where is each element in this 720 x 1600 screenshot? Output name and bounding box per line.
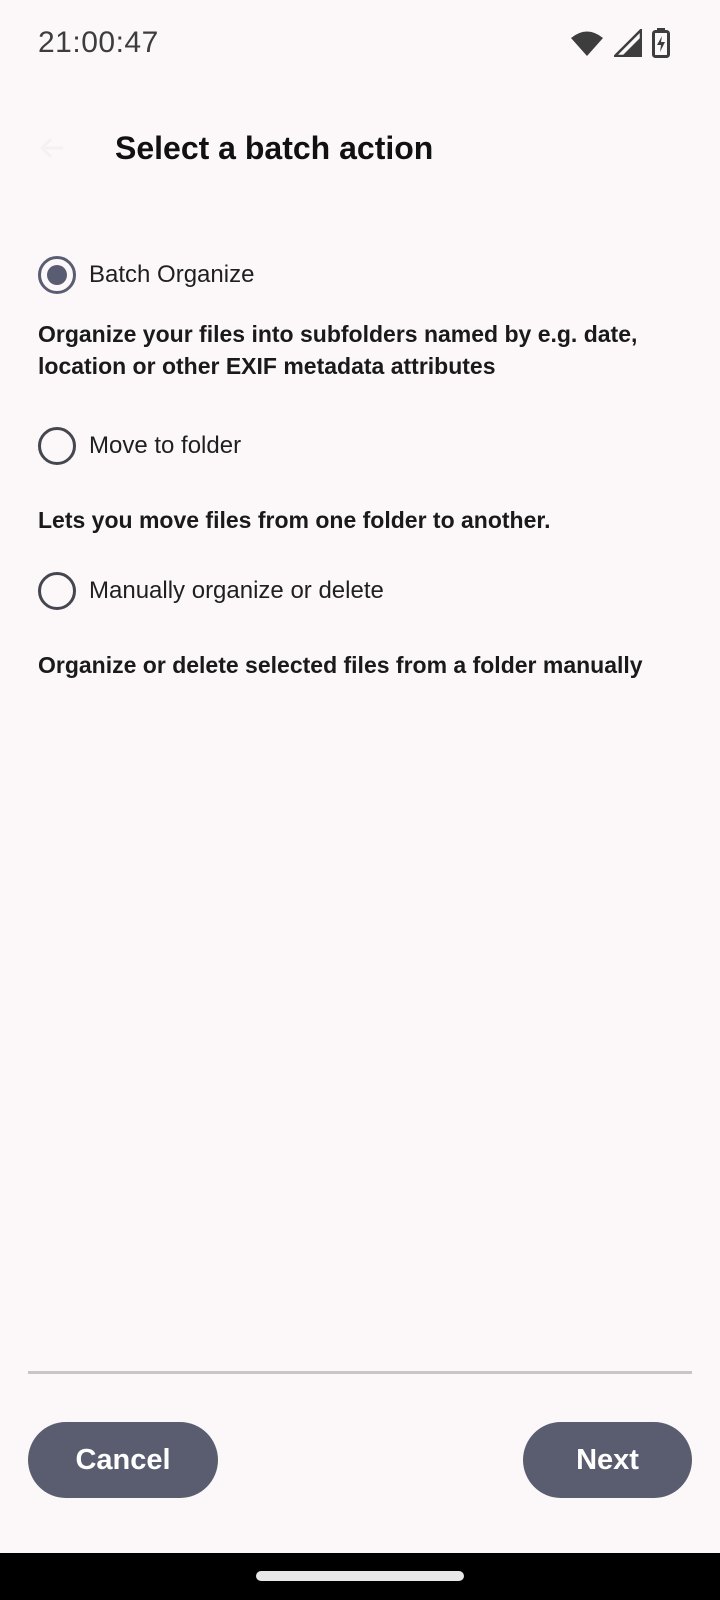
radio-button-checked[interactable] (38, 256, 76, 294)
description-manually-organize: Organize or delete selected files from a… (38, 652, 643, 678)
radio-option-batch-organize[interactable]: Batch Organize (38, 256, 254, 294)
back-button[interactable] (24, 122, 80, 178)
cell-signal-icon (611, 26, 643, 62)
description-move-to-folder: Lets you move files from one folder to a… (38, 507, 551, 533)
bottom-divider (28, 1371, 692, 1374)
radio-label-move-to-folder[interactable]: Move to folder (89, 432, 241, 460)
radio-button-unchecked[interactable] (38, 427, 76, 465)
page-title: Select a batch action (115, 130, 434, 166)
system-navigation-bar (0, 1553, 720, 1600)
status-time: 21:00:47 (38, 26, 159, 59)
wifi-icon (570, 29, 604, 62)
status-icons (570, 26, 670, 63)
radio-label-batch-organize[interactable]: Batch Organize (89, 261, 254, 289)
home-gesture-handle[interactable] (256, 1571, 464, 1581)
app-bar: Select a batch action (0, 100, 720, 200)
back-arrow-icon (37, 133, 67, 168)
radio-button-unchecked[interactable] (38, 572, 76, 610)
radio-dot (47, 265, 67, 285)
next-button[interactable]: Next (523, 1422, 692, 1498)
screen: 21:00:47 Select a batch action Batch Org… (0, 0, 720, 1600)
cancel-button[interactable]: Cancel (28, 1422, 218, 1498)
description-batch-organize: Organize your files into subfolders name… (38, 321, 638, 379)
radio-option-move-to-folder[interactable]: Move to folder (38, 427, 241, 465)
radio-label-manually-organize[interactable]: Manually organize or delete (89, 577, 384, 605)
status-bar: 21:00:47 (0, 0, 720, 90)
battery-charging-icon (652, 28, 670, 63)
radio-option-manually-organize[interactable]: Manually organize or delete (38, 572, 384, 610)
